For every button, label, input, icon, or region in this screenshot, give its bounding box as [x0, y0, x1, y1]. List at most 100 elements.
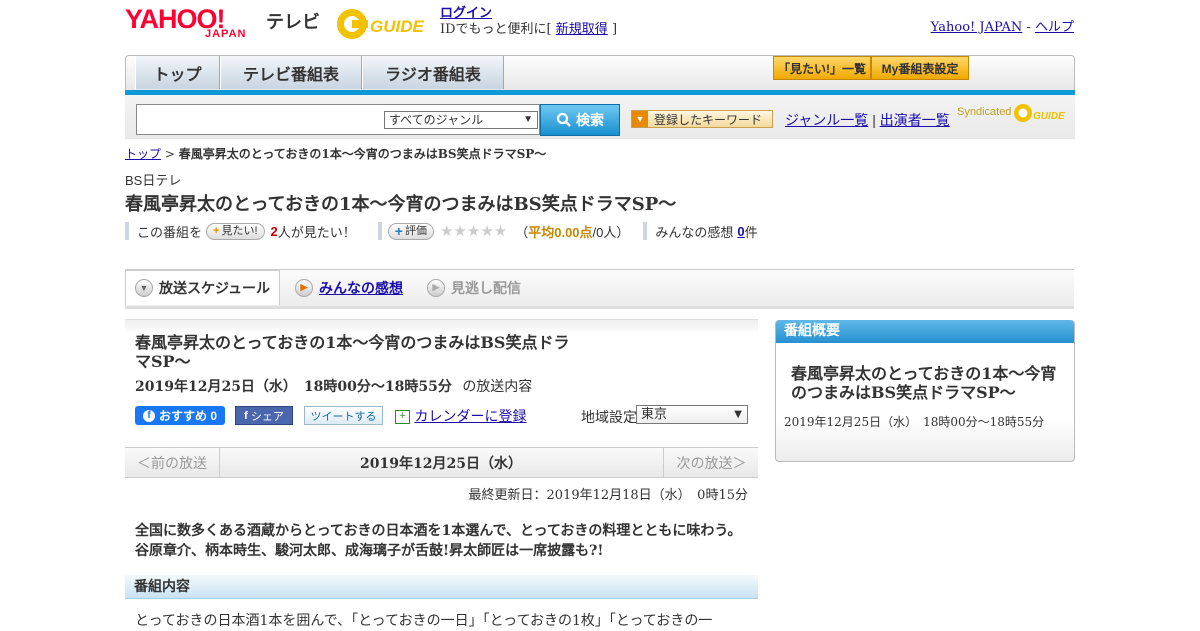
program-overview-date: 2019年12月25日（水） 18時00分～18時55分 — [784, 415, 1045, 429]
nav-tab-radio-schedule[interactable]: ラジオ番組表 — [362, 56, 504, 89]
genre-select[interactable]: すべてのジャンル ▼ — [384, 111, 538, 129]
nav-tab-label: テレビ番組表 — [242, 66, 339, 84]
star-icon: ★ — [493, 223, 508, 240]
search-button[interactable]: 検索 — [540, 104, 620, 136]
pager-current-date: 2019年12月25日（水） — [360, 455, 522, 472]
breadcrumb: トップ > 春風亭昇太のとっておきの1本～今宵のつまみはBS笑点ドラマSP～ — [125, 145, 546, 162]
tab-label: みんなの感想 — [319, 279, 403, 296]
prev-broadcast-button[interactable]: ＜前の放送 — [125, 448, 220, 477]
breadcrumb-separator: > — [164, 147, 175, 161]
broadcast-title: 春風亭昇太のとっておきの1本～今宵のつまみはBS笑点ドラマSP～ — [135, 333, 570, 371]
facebook-icon: f — [142, 409, 155, 422]
mitai-button-label: 見たい! — [221, 224, 258, 237]
play-icon: ▶ — [295, 278, 313, 297]
tab-label: 放送スケジュール — [158, 280, 271, 296]
divider — [377, 222, 382, 240]
signup-link[interactable]: 新規取得 — [556, 22, 608, 37]
yahoo-japan-logo: JAPAN — [205, 28, 247, 40]
program-summary: 全国に数多くある酒蔵からとっておきの日本酒を1本選んで、とっておきの料理とともに… — [135, 523, 742, 559]
facebook-recommend-label: おすすめ 0 — [158, 409, 217, 423]
breadcrumb-current: 春風亭昇太のとっておきの1本～今宵のつまみはBS笑点ドラマSP～ — [178, 147, 547, 161]
chevron-down-icon: ▼ — [134, 279, 153, 297]
genre-list-link[interactable]: ジャンル一覧 — [785, 112, 868, 128]
top-links: Yahoo! JAPAN - ヘルプ — [931, 16, 1074, 35]
rate-button[interactable]: + 評価 — [387, 222, 434, 240]
star-icon: ★ — [480, 223, 494, 240]
search-button-label: 検索 — [576, 112, 604, 128]
channel-name: BS日テレ — [125, 173, 182, 188]
link-separator: | — [872, 112, 876, 128]
play-icon: ▶ — [427, 278, 445, 297]
tv-logo[interactable]: テレビ — [266, 8, 320, 34]
search-icon — [556, 112, 571, 127]
nav-tab-label: トップ — [153, 66, 202, 84]
nav-tab-tv-schedule[interactable]: テレビ番組表 — [220, 56, 362, 89]
plus-icon: + — [213, 224, 220, 237]
star-icon: ★ — [466, 223, 481, 240]
genre-selected-value: すべてのジャンル — [389, 113, 484, 127]
help-link[interactable]: ヘルプ — [1035, 20, 1074, 35]
gguide-logo[interactable]: GUIDE — [334, 6, 434, 42]
performer-list-link[interactable]: 出演者一覧 — [880, 112, 950, 128]
tab-label: 見逃し配信 — [451, 279, 521, 296]
reviews-label: みんなの感想 — [655, 224, 734, 240]
nav-tab-top[interactable]: トップ — [135, 56, 220, 89]
broadcast-date-suffix: の放送内容 — [462, 379, 533, 395]
tab-broadcast-schedule[interactable]: ▼ 放送スケジュール — [125, 270, 280, 305]
nav-tab-label: ラジオ番組表 — [385, 66, 481, 84]
login-box: ログイン IDでもっと便利に[ 新規取得 ] — [440, 6, 617, 38]
page-title: 春風亭昇太のとっておきの1本～今宵のつまみはBS笑点ドラマSP～ — [125, 194, 677, 215]
calendar-register[interactable]: + カレンダーに登録 — [395, 406, 526, 426]
registered-keyword-label: 登録したキーワード — [654, 112, 763, 127]
rating-stars: ★★★★★ — [440, 222, 507, 240]
facebook-recommend-button[interactable]: f おすすめ 0 — [135, 406, 225, 425]
registered-keyword-button[interactable]: ▼ 登録したキーワード — [631, 110, 773, 128]
yahoo-japan-link[interactable]: Yahoo! JAPAN — [931, 20, 1023, 35]
calendar-icon: + — [395, 410, 410, 424]
facebook-share-button[interactable]: f シェア — [235, 406, 293, 425]
region-label: 地域設定 — [581, 410, 637, 426]
tweet-button[interactable]: ツイートする — [304, 406, 383, 425]
login-link[interactable]: ログイン — [440, 6, 492, 21]
tab-reviews[interactable]: ▶ みんなの感想 — [295, 270, 403, 305]
reviews-count-link[interactable]: 0 — [737, 224, 744, 239]
chevron-down-icon: ▼ — [734, 409, 742, 420]
svg-text:GUIDE: GUIDE — [1033, 111, 1065, 122]
syndicated-label: Syndicated — [957, 106, 1012, 118]
broadcast-datetime: 2019年12月25日（水） 18時00分～18時55分 の放送内容 — [135, 376, 532, 396]
mitai-list-button[interactable]: 「見たい!」一覧 — [773, 56, 871, 80]
region-select[interactable]: 東京 ▼ — [636, 405, 748, 424]
my-schedule-button[interactable]: My番組表設定 — [871, 56, 969, 80]
triangle-down-icon: ▼ — [632, 111, 648, 127]
star-icon: ★ — [439, 223, 454, 240]
region-selected-value: 東京 — [641, 407, 668, 422]
divider — [125, 222, 129, 240]
plus-icon: + — [394, 222, 403, 239]
id-text-suffix: ] — [611, 22, 618, 37]
avg-prefix: （ — [515, 224, 529, 240]
link-dash: - — [1026, 20, 1031, 35]
program-stats: この番組を + 見たい! 2 人が見たい！ + 評価 ★★★★★ （平均0.00点 /… — [125, 221, 758, 241]
reviews-suffix: 件 — [744, 224, 758, 240]
gguide-small-icon: GUIDE — [1014, 104, 1065, 122]
mitai-count: 2 — [270, 223, 278, 239]
svg-text:GUIDE: GUIDE — [370, 17, 425, 36]
search-links: ジャンル一覧 | 出演者一覧 — [785, 110, 950, 130]
avg-people: /0人） — [592, 224, 630, 240]
syndicated-gguide-logo: Syndicated GUIDE — [957, 104, 1069, 126]
next-broadcast-button[interactable]: 次の放送＞ — [663, 448, 759, 477]
tab-missed-streaming[interactable]: ▶ 見逃し配信 — [427, 270, 521, 305]
program-content-text: とっておきの日本酒1本を囲んで、「とっておきの一日」「とっておきの1枚」「とって… — [135, 613, 713, 629]
this-program-label: この番組を — [137, 224, 203, 240]
facebook-share-label: シェア — [250, 410, 284, 423]
last-updated: 最終更新日：2019年12月18日（水） 0時15分 — [468, 488, 748, 503]
program-overview-heading: 番組概要 — [776, 320, 1074, 343]
program-overview-title: 春風亭昇太のとっておきの1本～今宵のつまみはBS笑点ドラマSP～ — [791, 364, 1057, 402]
mitai-button[interactable]: + 見たい! — [206, 222, 265, 240]
broadcast-date: 2019年12月25日（水） 18時00分～18時55分 — [135, 379, 452, 395]
id-text-prefix: IDでもっと便利に[ — [440, 22, 552, 37]
star-icon: ★ — [453, 223, 467, 240]
chevron-down-icon: ▼ — [523, 114, 533, 125]
calendar-register-link[interactable]: カレンダーに登録 — [414, 409, 526, 425]
breadcrumb-top-link[interactable]: トップ — [125, 147, 161, 161]
